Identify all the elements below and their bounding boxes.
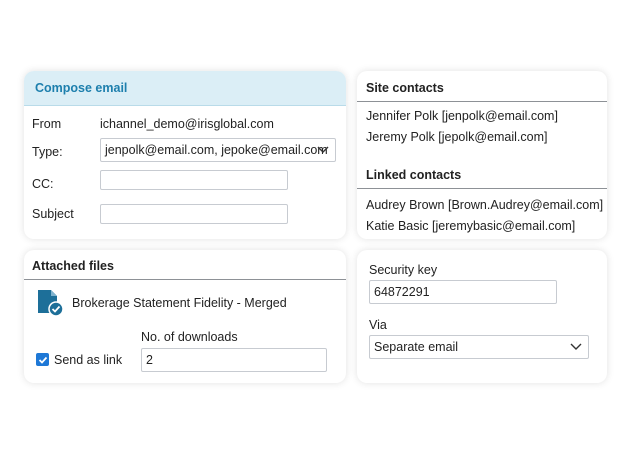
type-select[interactable]: jenpolk@email.com, jepoke@email.com bbox=[100, 138, 336, 162]
attached-files-panel: Attached files Brokerage Statement Fidel… bbox=[24, 250, 346, 383]
downloads-label: No. of downloads bbox=[141, 330, 238, 344]
document-check-icon bbox=[38, 290, 64, 317]
security-key-label: Security key bbox=[369, 263, 438, 277]
check-icon bbox=[38, 356, 47, 364]
via-label: Via bbox=[369, 318, 387, 332]
compose-email-title: Compose email bbox=[24, 71, 346, 106]
send-as-link-checkbox[interactable] bbox=[36, 353, 49, 366]
from-label: From bbox=[32, 117, 62, 131]
site-contact-item: Jeremy Polk [jepolk@email.com] bbox=[366, 130, 548, 144]
subject-label: Subject bbox=[32, 207, 74, 221]
linked-contact-item: Audrey Brown [Brown.Audrey@email.com] bbox=[366, 198, 604, 212]
attached-files-title: Attached files bbox=[24, 250, 346, 280]
site-contacts-title: Site contacts bbox=[357, 71, 607, 102]
from-value: ichannel_demo@irisglobal.com bbox=[100, 117, 274, 131]
chevron-down-icon bbox=[570, 343, 582, 350]
compose-email-panel: Compose email From ichannel_demo@irisglo… bbox=[24, 71, 346, 239]
via-select[interactable]: Separate email bbox=[369, 335, 589, 359]
type-select-value: jenpolk@email.com, jepoke@email.com bbox=[105, 143, 328, 157]
linked-contact-item: Katie Basic [jeremybasic@email.com] bbox=[366, 219, 576, 233]
security-key-input[interactable] bbox=[369, 280, 557, 304]
linked-contacts-title: Linked contacts bbox=[357, 158, 607, 189]
cc-label: CC: bbox=[32, 177, 54, 191]
site-contact-item: Jennifer Polk [jenpolk@email.com] bbox=[366, 109, 558, 123]
subject-input[interactable] bbox=[100, 204, 288, 224]
type-label: Type: bbox=[32, 145, 63, 159]
security-panel: Security key Via Separate email bbox=[357, 250, 607, 383]
cc-input[interactable] bbox=[100, 170, 288, 190]
via-select-value: Separate email bbox=[374, 340, 459, 354]
chevron-down-icon bbox=[317, 146, 329, 153]
send-as-link-label: Send as link bbox=[54, 353, 123, 367]
contacts-panel: Site contacts Jennifer Polk [jenpolk@ema… bbox=[357, 71, 607, 239]
file-name[interactable]: Brokerage Statement Fidelity - Merged bbox=[72, 296, 287, 310]
downloads-input[interactable] bbox=[141, 348, 327, 372]
